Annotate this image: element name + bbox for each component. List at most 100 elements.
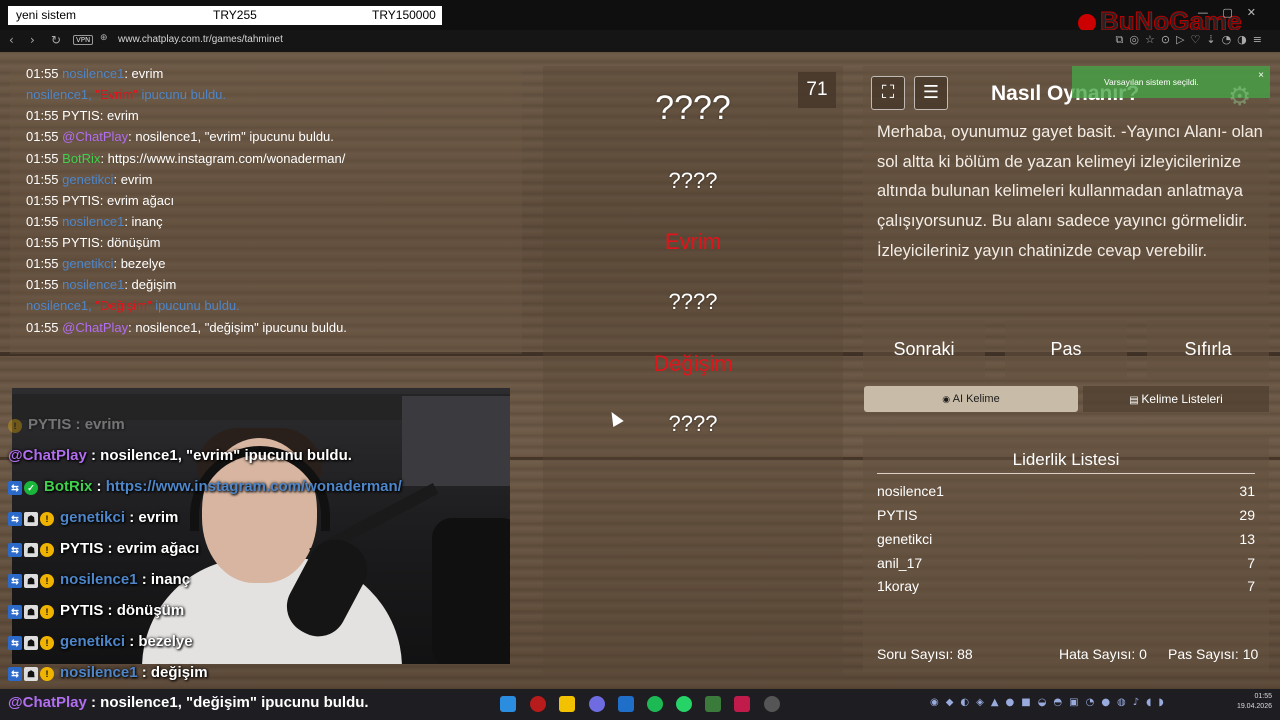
donation-bar: yeni sistem TRY255 TRY150000 [8,6,442,25]
gray-badge-icon: ☗ [24,604,38,619]
reload-icon[interactable]: ↻ [51,33,61,47]
site-info-icon[interactable]: ⊕ [100,33,108,43]
blue-badge-icon: ⇆ [8,604,22,619]
overlay-username: BotRix [44,478,93,495]
document-icon[interactable]: ☰ [914,76,948,110]
opera-icon[interactable] [530,696,546,712]
donation-amount-current: TRY255 [213,8,257,22]
chat-log-line: 01:55 nosilence1: inanç [26,214,163,229]
vpn-badge[interactable]: VPN [73,35,94,45]
ai-word-label: AI Kelime [952,393,1000,405]
chat-log-line: 01:55 @ChatPlay: nosilence1, "değişim" i… [26,320,347,335]
chat-username[interactable]: nosilence1, [26,87,95,102]
gold-badge-icon: ! [40,666,54,681]
window-controls[interactable]: —▢✕ [1197,6,1270,19]
word-lists-button[interactable]: ▤ Kelime Listeleri [1083,386,1269,412]
leaderboard-name: genetikci [877,531,933,547]
gold-badge-icon: ! [40,573,54,588]
chat-time: 01:55 [26,151,63,166]
overlay-username: PYTIS [28,416,72,433]
pass-button[interactable]: Pas [1005,320,1127,378]
chat-time: 01:55 [26,277,63,292]
back-icon[interactable]: ‹ [9,33,14,47]
chat-username[interactable]: PYTIS [62,235,100,250]
chat-username[interactable]: nosilence1 [62,277,124,292]
discord-icon[interactable] [589,696,605,712]
spotify-icon[interactable] [647,696,663,712]
forward-icon[interactable]: › [30,33,35,47]
chat-username[interactable]: genetikci [62,256,113,271]
next-button[interactable]: Sonraki [863,320,985,378]
overlay-chat-line: ⇆ ☗! genetikci : evrim [8,509,178,527]
leaderboard-score: 7 [1247,578,1255,594]
gray-badge-icon: ☗ [24,666,38,681]
toast-message: Varsayılan sistem seçildi. [1104,77,1199,87]
overlay-chat-line: ⇆ ☗! nosilence1 : inanç [8,571,190,589]
gray-badge-icon: ☗ [24,635,38,650]
overlay-link[interactable]: https://www.instagram.com/wonaderman/ [106,478,402,495]
blue-badge-icon: ⇆ [8,573,22,588]
overlay-message: : evrim [125,509,179,526]
url-field[interactable]: www.chatplay.com.tr/games/tahminet [118,34,283,45]
chat-username[interactable]: @ChatPlay [62,320,128,335]
chat-message: : bezelye [113,256,166,271]
gray-badge-icon: ☗ [24,573,38,588]
question-count: Soru Sayısı: 88 [877,646,973,662]
leaderboard-row: 1koray 7 [877,578,1255,598]
chat-message: : nosilence1, "evrim" ipucunu buldu. [128,129,334,144]
chat-username[interactable]: @ChatPlay [62,129,128,144]
chat-username[interactable]: PYTIS [62,193,100,208]
folder-icon[interactable] [559,696,575,712]
browser-toolbar-icons[interactable]: ⧉◎☆⊙▷♡⇣◔◑≡ [1116,33,1268,47]
toast-close-icon[interactable]: × [1258,70,1264,81]
hidden-word: ???? [668,289,718,314]
overlay-message: : değişim [137,664,208,681]
system-clock[interactable]: 01:55 19.04.2026 [1222,692,1272,712]
chat-username[interactable]: nosilence1 [62,66,124,81]
chat-message: : https://www.instagram.com/wonaderman/ [100,151,346,166]
ai-word-button[interactable]: ◉ AI Kelime [864,386,1078,412]
chat-username[interactable]: PYTIS [62,108,100,123]
chat-log-line: nosilence1, "Evrim" ipucunu buldu. [26,87,226,102]
chat-time: 01:55 [26,129,63,144]
green-badge-icon: ✓ [24,480,38,495]
overlay-message: : dönüşüm [103,602,185,619]
chat-username[interactable]: nosilence1, [26,298,95,313]
leaderboard-score: 31 [1239,483,1255,499]
overlay-username: nosilence1 [60,664,138,681]
chat-log-line: 01:55 BotRix: https://www.instagram.com/… [26,151,345,166]
whatsapp-icon[interactable] [676,696,692,712]
user-badges: ⇆ ☗! [8,665,56,682]
chat-log-line: 01:55 nosilence1: evrim [26,66,163,81]
leaderboard-row: genetikci 13 [877,531,1255,551]
start-icon[interactable] [500,696,516,712]
user-badges: ⇆ ☗! [8,510,56,527]
overlay-chat-line: @ChatPlay : nosilence1, "evrim" ipucunu … [8,447,352,464]
chat-username[interactable]: nosilence1 [62,214,124,229]
donation-label: yeni sistem [16,8,77,22]
fullscreen-icon[interactable]: ⛶ [871,76,905,110]
gray-badge-icon: ☗ [24,542,38,557]
chat-username[interactable]: genetikci [62,172,113,187]
chat-log-line: 01:55 @ChatPlay: nosilence1, "evrim" ipu… [26,129,334,144]
leaderboard-name: anil_17 [877,555,923,571]
gear-icon[interactable]: ⚙ [1228,82,1251,112]
robot-icon: ◉ [942,394,953,404]
chat-time: 01:55 [26,108,63,123]
chat-username[interactable]: BotRix [62,151,100,166]
app-icon-3[interactable] [734,696,750,712]
gold-badge-icon: ! [40,604,54,619]
blue-badge-icon: ⇆ [8,542,22,557]
system-tray-icons[interactable]: ◉◆◐◈▲●■◒◓▣◔●◍♪◖◗ [930,697,1171,708]
hidden-word: ???? [655,89,731,127]
chat-time: 01:55 [26,193,63,208]
app-icon-2[interactable] [705,696,721,712]
overlay-chat-line: ⇆ ☗! nosilence1 : değişim [8,664,208,682]
chat-message: : evrim ağacı [99,193,175,208]
reset-button[interactable]: Sıfırla [1147,320,1269,378]
obs-icon[interactable] [764,696,780,712]
app-icon[interactable] [618,696,634,712]
list-icon: ▤ [1129,395,1142,406]
leaderboard-score: 7 [1247,555,1255,571]
user-badges: ⇆ ✓ [8,479,40,496]
